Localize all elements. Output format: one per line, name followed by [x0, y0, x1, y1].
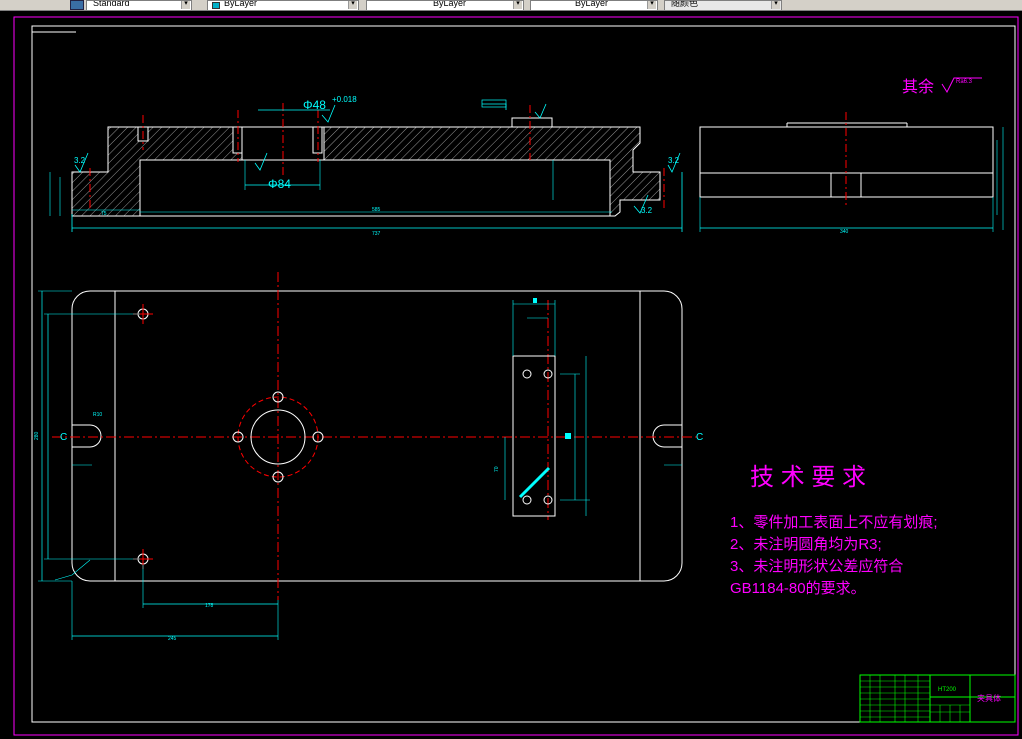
- roughness-bottom: 3.2: [641, 206, 653, 215]
- text-style-value: Standard: [93, 0, 130, 8]
- front-section-view: Φ48 +0.018 Φ84 3.2 3.2 3.2 737 585 75: [49, 95, 683, 237]
- chevron-down-icon[interactable]: ▾: [348, 1, 357, 9]
- chevron-down-icon[interactable]: ▾: [647, 1, 656, 9]
- dim-plan-height: 280: [34, 431, 40, 440]
- dim-phi84: Φ84: [268, 177, 291, 191]
- text-style-dropdown[interactable]: Standard ▾: [86, 0, 192, 10]
- chevron-down-icon[interactable]: ▾: [771, 1, 780, 9]
- surface-finish-label: 其余: [902, 77, 934, 96]
- chevron-down-icon[interactable]: ▾: [181, 1, 190, 9]
- section-mark-left: C: [60, 432, 67, 443]
- dim-side-width: 340: [840, 229, 849, 235]
- tech-req-2: 2、未注明圆角均为R3;: [730, 536, 882, 553]
- roughness-right: 3.2: [668, 156, 680, 165]
- color-control-value: ByLayer: [224, 0, 258, 8]
- linetype-control-value: ByLayer: [433, 0, 467, 8]
- text-style-icon[interactable]: [70, 0, 84, 10]
- title-part-name: 夹具体: [977, 693, 1001, 703]
- tech-req-4: GB1184-80的要求。: [730, 580, 866, 597]
- dim-left: 75: [101, 211, 107, 217]
- tech-req-1: 1、零件加工表面上不应有划痕;: [730, 513, 938, 531]
- plan-outline: [71, 290, 683, 582]
- key-plate: [512, 355, 556, 517]
- chevron-down-icon[interactable]: ▾: [513, 1, 522, 9]
- surface-finish-value: Ra6.3: [956, 79, 973, 85]
- plan-view: C C R10 245 178 280 70: [34, 272, 703, 642]
- dim-total-length: 737: [372, 231, 381, 237]
- dim-inner-length: 585: [372, 207, 381, 213]
- tech-title: 技 术 要 求: [750, 464, 866, 491]
- dim-r10: R10: [93, 412, 102, 418]
- dim-plan-mid: 178: [205, 603, 214, 609]
- section-mark-right: C: [696, 432, 703, 443]
- dim-slot: 70: [494, 466, 500, 472]
- color-control-dropdown[interactable]: ByLayer ▾: [207, 0, 359, 10]
- dim-phi48: Φ48: [303, 98, 326, 112]
- lineweight-control-value: ByLayer: [575, 0, 609, 8]
- properties-toolbar: Standard ▾ ByLayer ▾ ByLayer ▾ ByLayer ▾…: [0, 0, 1022, 11]
- plot-style-value: 随颜色: [671, 0, 699, 8]
- surface-finish-note: 其余 Ra6.3: [902, 77, 982, 96]
- section-key: [511, 117, 553, 128]
- drawing-canvas[interactable]: Φ48 +0.018 Φ84 3.2 3.2 3.2 737 585 75 34…: [0, 11, 1022, 739]
- dim-plan-left: 245: [168, 636, 177, 642]
- title-block: HT200 夹具体: [859, 674, 1016, 723]
- technical-requirements: 技 术 要 求 1、零件加工表面上不应有划痕; 2、未注明圆角均为R3; 3、未…: [730, 464, 938, 597]
- color-swatch-icon: [212, 2, 220, 9]
- dim-tolerance: +0.018: [332, 95, 357, 104]
- linetype-control-dropdown[interactable]: ByLayer ▾: [366, 0, 524, 10]
- plot-style-dropdown[interactable]: 随颜色 ▾: [664, 0, 782, 10]
- roughness-left: 3.2: [74, 156, 86, 165]
- tech-req-3: 3、未注明形状公差应符合: [730, 557, 903, 575]
- lineweight-control-dropdown[interactable]: ByLayer ▾: [530, 0, 658, 10]
- title-material: HT200: [938, 687, 957, 693]
- side-view: 340: [699, 112, 1004, 235]
